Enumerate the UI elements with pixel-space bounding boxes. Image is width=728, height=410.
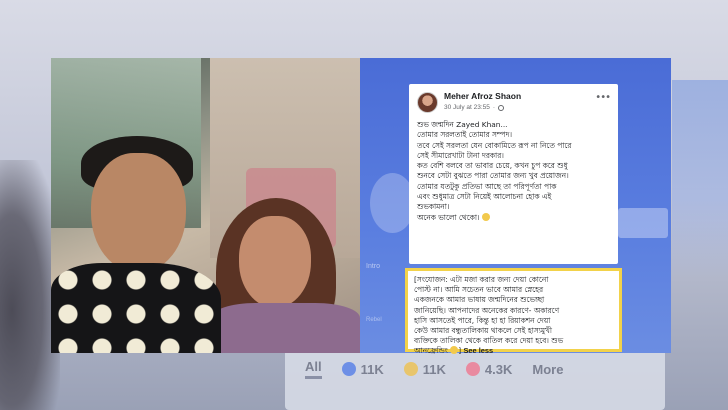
addendum-line: ব্যক্তিকে তালিকা থেকে বাতিল করে দেয়া হব… bbox=[414, 336, 564, 346]
post-body: শুভ জন্মদিন Zayed Khan... তোমার সরলতাই ত… bbox=[417, 120, 610, 223]
post-line: শুভ জন্মদিন Zayed Khan... bbox=[417, 120, 508, 129]
post-line: শুনবে সেটা বুঝতে পারা তোমার জন্য খুব প্র… bbox=[417, 171, 569, 181]
smile-emoji-icon bbox=[482, 212, 490, 221]
avatar[interactable] bbox=[417, 91, 438, 113]
post-line: তোমার যতটুকু প্রতিভা আছে তা পরিপূর্ণতা প… bbox=[417, 181, 557, 191]
reaction-like[interactable]: 11K bbox=[341, 361, 384, 377]
addendum-close-bracket: ] bbox=[458, 346, 462, 356]
post-closing-text: অনেক ভালো থেকো। bbox=[417, 212, 480, 222]
addendum-line: পোস্ট না। আমি সচেতন ভাবে আমার স্নেহের bbox=[414, 285, 544, 295]
globe-icon bbox=[498, 104, 505, 111]
more-options-icon[interactable]: ••• bbox=[595, 93, 611, 103]
like-icon bbox=[341, 362, 356, 376]
highlighted-addendum: [সংযোজন: এটা মজা করার জন্য দেয়া কোনো পো… bbox=[405, 268, 622, 355]
post-line: কত বেশি বলবে তা ভাবার চেয়ে, কখন চুপ করে… bbox=[417, 161, 568, 171]
ghost-intro-label: Intro bbox=[366, 263, 381, 270]
woman-face bbox=[239, 216, 311, 308]
background-blur-right bbox=[672, 80, 728, 280]
reaction-haha[interactable]: 11K bbox=[403, 361, 446, 377]
love-icon bbox=[465, 362, 480, 376]
reactions-more-tab[interactable]: More bbox=[532, 362, 563, 377]
addendum-line: জানিয়েছি। আপনাদের অনেকের কারণে- অকারণে bbox=[414, 305, 560, 315]
addendum-line: কেউ আমার বন্ধুতালিকায় থাকলে সেই হাস্যমু… bbox=[414, 326, 552, 336]
facebook-post-card: Meher Afroz Shaon 30 July at 23:55 · •••… bbox=[409, 84, 618, 264]
post-line: সেই সীমারেখাটা টানা দরকার। bbox=[417, 150, 504, 160]
reaction-like-count: 11K bbox=[360, 361, 384, 377]
selfie-photo bbox=[51, 58, 360, 353]
post-header: Meher Afroz Shaon 30 July at 23:55 · ••• bbox=[417, 90, 611, 114]
man-polka-shirt bbox=[51, 263, 221, 353]
post-author[interactable]: Meher Afroz Shaon bbox=[444, 91, 589, 102]
ghost-rebel-label: Rebel bbox=[366, 317, 382, 323]
addendum-last-text: আনফ্রেন্ডিং bbox=[414, 346, 448, 356]
post-line: শুভকামনা। bbox=[417, 202, 450, 212]
post-line: তবে সেই সরলতা যেন বোকামিতে রূপ না নিতে প… bbox=[417, 140, 572, 150]
addendum-line: [সংযোজন: এটা মজা করার জন্য দেয়া কোনো bbox=[414, 275, 549, 284]
post-line: এবং শুধুমাত্র সেটা নিয়েই আলোচনা হোক এই bbox=[417, 192, 552, 202]
addendum-line: হাসি আসতেই পারে, কিন্তু হা হা রিয়াকশন দ… bbox=[414, 315, 551, 325]
post-line: তোমার সরলতাই তোমার সম্পদ। bbox=[417, 130, 513, 140]
reaction-love[interactable]: 4.3K bbox=[465, 361, 513, 377]
post-meta: 30 July at 23:55 · bbox=[444, 102, 589, 113]
reactions-all-tab[interactable]: All bbox=[305, 359, 322, 379]
see-less-link[interactable]: See less bbox=[463, 346, 493, 355]
post-header-text: Meher Afroz Shaon 30 July at 23:55 · bbox=[444, 91, 589, 113]
man-face bbox=[91, 153, 186, 273]
addendum-last-line: আনফ্রেন্ডিং ] See less bbox=[414, 346, 613, 356]
post-timestamp[interactable]: 30 July at 23:55 bbox=[444, 102, 490, 113]
ghost-button bbox=[618, 208, 668, 238]
addendum-line: একজনকে আমার ভাষায় জন্মদিনের শুভেচ্ছা bbox=[414, 295, 545, 305]
reaction-love-count: 4.3K bbox=[484, 361, 513, 377]
reactions-bar: All 11K 11K 4.3K More bbox=[305, 357, 655, 381]
woman-dress bbox=[211, 303, 360, 353]
haha-icon bbox=[403, 362, 418, 376]
reaction-haha-count: 11K bbox=[422, 361, 446, 377]
post-closing: অনেক ভালো থেকো। bbox=[417, 212, 610, 223]
